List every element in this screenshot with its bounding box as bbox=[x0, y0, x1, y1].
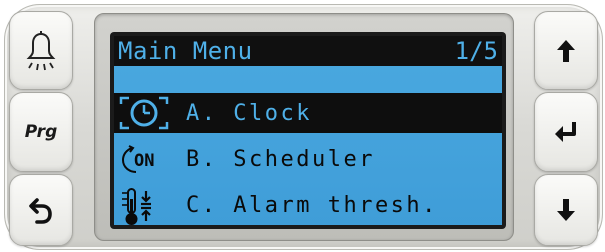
enter-icon bbox=[555, 122, 576, 142]
menu-item-scheduler[interactable]: ON B. Scheduler bbox=[114, 139, 502, 179]
menu-item-label: A. Clock bbox=[186, 101, 312, 126]
escape-button[interactable] bbox=[9, 174, 73, 246]
menu-item-alarm-thresholds[interactable]: C. Alarm thresh. bbox=[114, 185, 502, 225]
menu-item-label: B. Scheduler bbox=[186, 147, 375, 172]
lcd-screen: Main Menu 1/5 A. Clock ON B. Scheduler C… bbox=[114, 36, 502, 225]
bell-icon bbox=[26, 30, 56, 70]
scheduler-icon-text: ON bbox=[134, 151, 154, 171]
back-arrow-icon bbox=[29, 198, 52, 224]
clock-icon bbox=[119, 96, 169, 130]
down-button[interactable] bbox=[534, 174, 598, 246]
enter-button[interactable] bbox=[534, 92, 598, 172]
title-bar: Main Menu 1/5 bbox=[114, 36, 502, 66]
up-button[interactable] bbox=[534, 11, 598, 90]
arrow-down-icon bbox=[557, 199, 575, 221]
arrow-up-icon bbox=[557, 39, 575, 62]
screen-title: Main Menu bbox=[118, 37, 253, 65]
menu-item-label: C. Alarm thresh. bbox=[186, 193, 438, 218]
scheduler-on-icon: ON bbox=[121, 145, 154, 173]
prg-label: Prg bbox=[24, 122, 58, 142]
page-indicator: 1/5 bbox=[454, 37, 498, 65]
prg-button[interactable]: Prg bbox=[9, 92, 73, 172]
thermometer-icon bbox=[122, 188, 151, 225]
menu-item-clock[interactable]: A. Clock bbox=[114, 93, 502, 133]
alarm-button[interactable] bbox=[9, 11, 73, 90]
